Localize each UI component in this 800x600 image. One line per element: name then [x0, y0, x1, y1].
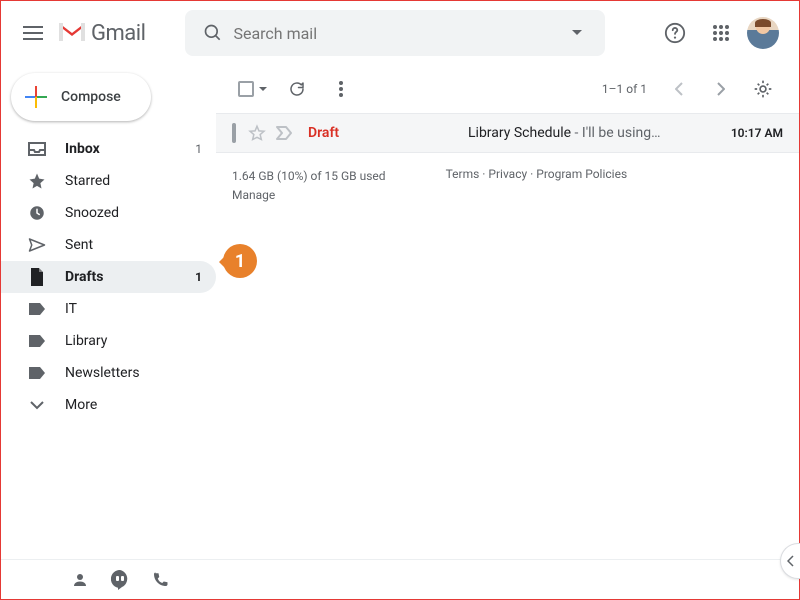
sidebar-item-label: Starred	[65, 173, 202, 189]
compose-label: Compose	[61, 89, 121, 105]
sidebar-item-newsletters[interactable]: Newsletters	[1, 357, 216, 389]
compose-button[interactable]: Compose	[11, 73, 151, 121]
message-list: Draft Library Schedule - I'll be using… …	[216, 113, 799, 153]
phone-icon	[151, 571, 169, 589]
policies-link[interactable]: Program Policies	[536, 167, 627, 181]
sidebar-item-sent[interactable]: Sent	[1, 229, 216, 261]
message-row[interactable]: Draft Library Schedule - I'll be using… …	[216, 113, 799, 153]
message-subject: Library Schedule	[468, 125, 571, 141]
select-all-button[interactable]	[232, 81, 273, 97]
refresh-button[interactable]	[277, 69, 317, 109]
prev-page-button[interactable]	[659, 69, 699, 109]
importance-icon	[276, 126, 294, 140]
storage-text: 1.64 GB (10%) of 15 GB used	[232, 167, 386, 186]
plus-icon	[25, 86, 47, 108]
chevron-left-icon	[675, 82, 683, 96]
sidebar-item-label: Snoozed	[65, 205, 202, 221]
toolbar: 1–1 of 1	[216, 65, 799, 113]
more-vert-icon	[339, 81, 343, 97]
checkbox-icon	[238, 81, 254, 97]
gmail-logo[interactable]: Gmail	[57, 21, 145, 46]
main-menu-button[interactable]	[9, 9, 57, 57]
terms-link[interactable]: Terms	[446, 167, 480, 181]
support-button[interactable]	[655, 13, 695, 53]
search-options-button[interactable]	[557, 30, 597, 36]
sidebar-item-label: Inbox	[65, 141, 177, 157]
manage-storage-link[interactable]: Manage	[232, 188, 275, 202]
apps-button[interactable]	[701, 13, 741, 53]
sidebar-item-library[interactable]: Library	[1, 325, 216, 357]
account-avatar[interactable]	[747, 17, 779, 49]
sidebar-item-label: Sent	[65, 237, 202, 253]
search-bar[interactable]	[185, 10, 605, 56]
chevron-right-icon	[717, 82, 725, 96]
star-outline-icon	[248, 124, 266, 142]
message-time: 10:17 AM	[731, 126, 783, 140]
footer-info: 1.64 GB (10%) of 15 GB used Manage Terms…	[216, 153, 799, 219]
message-sender: Draft	[308, 125, 468, 141]
star-icon	[27, 172, 47, 190]
callout-number: 1	[235, 251, 245, 272]
pager-text: 1–1 of 1	[602, 82, 647, 96]
sidebar-item-label: Library	[65, 333, 202, 349]
hamburger-icon	[23, 26, 43, 40]
sidebar-item-more[interactable]: More	[1, 389, 216, 421]
tutorial-callout: 1	[223, 244, 257, 278]
hangouts-button[interactable]	[111, 570, 129, 590]
label-icon	[27, 302, 47, 316]
apps-grid-icon	[712, 24, 730, 42]
sidebar-item-label: Newsletters	[65, 365, 202, 381]
sidebar-item-snoozed[interactable]: Snoozed	[1, 197, 216, 229]
next-page-button[interactable]	[701, 69, 741, 109]
person-icon	[71, 571, 89, 589]
caret-down-icon	[572, 30, 582, 36]
contacts-button[interactable]	[71, 571, 89, 589]
search-input[interactable]	[233, 24, 557, 43]
more-button[interactable]	[321, 69, 361, 109]
star-button[interactable]	[248, 124, 266, 142]
sidebar: Compose Inbox 1 Starred Snoozed	[1, 65, 216, 559]
label-icon	[27, 334, 47, 348]
sidebar-item-label: IT	[65, 301, 202, 317]
sidebar-item-it[interactable]: IT	[1, 293, 216, 325]
footer-links: Terms · Privacy · Program Policies	[446, 167, 628, 205]
chat-bar	[1, 559, 799, 599]
send-icon	[27, 237, 47, 253]
refresh-icon	[288, 80, 306, 98]
sidebar-item-label: More	[65, 397, 202, 413]
sidebar-item-inbox[interactable]: Inbox 1	[1, 133, 216, 165]
inbox-icon	[27, 142, 47, 156]
caret-down-icon	[259, 87, 267, 92]
label-icon	[27, 366, 47, 380]
sidebar-item-count: 1	[195, 142, 202, 156]
gmail-m-icon	[57, 21, 87, 45]
app-name: Gmail	[91, 21, 145, 46]
file-icon	[27, 268, 47, 286]
gear-icon	[753, 79, 773, 99]
sidebar-item-count: 1	[195, 270, 202, 284]
checkbox-icon	[232, 123, 236, 143]
row-checkbox[interactable]	[232, 125, 236, 141]
phone-button[interactable]	[151, 571, 169, 589]
help-icon	[664, 22, 686, 44]
settings-button[interactable]	[743, 69, 783, 109]
search-icon	[193, 23, 233, 43]
chevron-left-icon	[787, 555, 794, 567]
sidebar-item-drafts[interactable]: Drafts 1	[1, 261, 216, 293]
hangouts-icon	[111, 570, 129, 590]
sidebar-item-starred[interactable]: Starred	[1, 165, 216, 197]
sidebar-item-label: Drafts	[65, 269, 177, 285]
importance-button[interactable]	[276, 126, 294, 140]
clock-icon	[27, 204, 47, 222]
chevron-down-icon	[27, 400, 47, 410]
privacy-link[interactable]: Privacy	[488, 167, 527, 181]
message-snippet: - I'll be using…	[571, 125, 660, 141]
